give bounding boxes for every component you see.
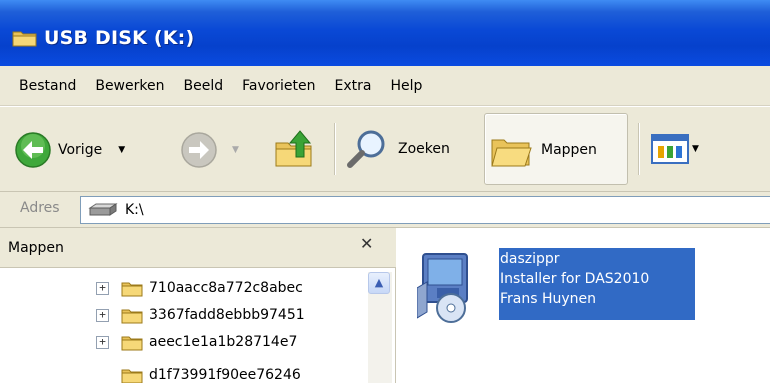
tree-item[interactable]: + 3367fadd8ebbb97451 bbox=[96, 302, 345, 328]
file-item[interactable]: daszippr Installer for DAS2010 Frans Huy… bbox=[416, 240, 695, 324]
folder-icon bbox=[121, 334, 143, 351]
folders-pane-title: Mappen bbox=[8, 240, 64, 256]
toolbar: Vorige ▼ ▼ Zoeken Mappen ▼ bbox=[0, 106, 770, 192]
title-bar[interactable]: USB DISK (K:) bbox=[0, 0, 770, 66]
folder-icon bbox=[12, 28, 38, 48]
tree-item[interactable]: + 710aacc8a772c8abec bbox=[96, 275, 345, 301]
toolbar-separator bbox=[334, 123, 336, 175]
views-button[interactable]: ▼ bbox=[650, 133, 699, 165]
menu-bar: Bestand Bewerken Beeld Favorieten Extra … bbox=[0, 66, 770, 106]
folders-label: Mappen bbox=[541, 142, 597, 158]
file-description: Installer for DAS2010 bbox=[500, 271, 650, 287]
back-arrow-icon bbox=[15, 132, 51, 168]
tree-item-label: d1f73991f90ee76246 bbox=[149, 367, 301, 383]
menu-bewerken[interactable]: Bewerken bbox=[86, 78, 174, 94]
toolbar-separator bbox=[638, 123, 640, 175]
menu-help[interactable]: Help bbox=[382, 78, 433, 94]
folder-icon bbox=[121, 307, 143, 324]
file-company: Frans Huynen bbox=[500, 291, 597, 307]
tree-item[interactable]: d1f73991f90ee76246 bbox=[121, 362, 345, 383]
tree-item-label: 3367fadd8ebbb97451 bbox=[149, 307, 305, 323]
menu-extra[interactable]: Extra bbox=[326, 78, 382, 94]
folders-icon bbox=[491, 139, 532, 167]
folder-icon bbox=[121, 367, 143, 383]
menu-bestand[interactable]: Bestand bbox=[10, 78, 86, 94]
window-title: USB DISK (K:) bbox=[44, 27, 195, 49]
address-value: K:\ bbox=[125, 202, 144, 218]
views-icon bbox=[651, 134, 689, 164]
folders-button[interactable]: Mappen bbox=[484, 113, 628, 185]
folder-up-icon bbox=[275, 130, 312, 167]
back-button[interactable]: Vorige ▼ bbox=[14, 131, 125, 169]
close-icon[interactable]: ✕ bbox=[360, 234, 373, 253]
file-name: daszippr bbox=[500, 251, 560, 267]
back-dropdown-icon[interactable]: ▼ bbox=[118, 145, 125, 155]
search-button[interactable]: Zoeken bbox=[346, 127, 450, 171]
search-label: Zoeken bbox=[398, 141, 450, 157]
search-icon bbox=[347, 130, 385, 168]
installer-icon bbox=[416, 248, 487, 324]
menu-beeld[interactable]: Beeld bbox=[174, 78, 233, 94]
tree-item-label: aeec1e1a1b28714e7 bbox=[149, 334, 298, 350]
tree-scrollbar[interactable]: ▲ bbox=[368, 272, 392, 383]
back-label: Vorige bbox=[58, 142, 103, 158]
views-dropdown-icon[interactable]: ▼ bbox=[692, 144, 699, 154]
drive-icon bbox=[88, 203, 118, 216]
address-field[interactable]: K:\ bbox=[80, 196, 770, 224]
forward-button[interactable]: ▼ bbox=[180, 131, 239, 169]
file-selection[interactable]: daszippr Installer for DAS2010 Frans Huy… bbox=[499, 248, 695, 320]
address-label: Adres bbox=[20, 200, 60, 216]
folder-icon bbox=[121, 280, 143, 297]
tree-item-label: 710aacc8a772c8abec bbox=[149, 280, 303, 296]
content-pane: daszippr Installer for DAS2010 Frans Huy… bbox=[397, 228, 770, 383]
expand-icon[interactable]: + bbox=[96, 281, 109, 295]
folders-pane: Mappen ✕ + 710aacc8a772c8abec + 3367fadd… bbox=[0, 228, 396, 383]
scroll-up-icon[interactable]: ▲ bbox=[368, 272, 390, 294]
forward-arrow-icon bbox=[181, 132, 217, 168]
address-bar: Adres K:\ bbox=[0, 192, 770, 228]
folders-pane-header: Mappen ✕ bbox=[0, 228, 396, 268]
expand-icon[interactable]: + bbox=[96, 335, 109, 349]
forward-dropdown-icon[interactable]: ▼ bbox=[232, 145, 239, 155]
tree-item[interactable]: + aeec1e1a1b28714e7 bbox=[96, 329, 345, 355]
menu-favorieten[interactable]: Favorieten bbox=[233, 78, 325, 94]
expand-icon[interactable]: + bbox=[96, 308, 109, 322]
up-folder-button[interactable] bbox=[272, 127, 316, 171]
